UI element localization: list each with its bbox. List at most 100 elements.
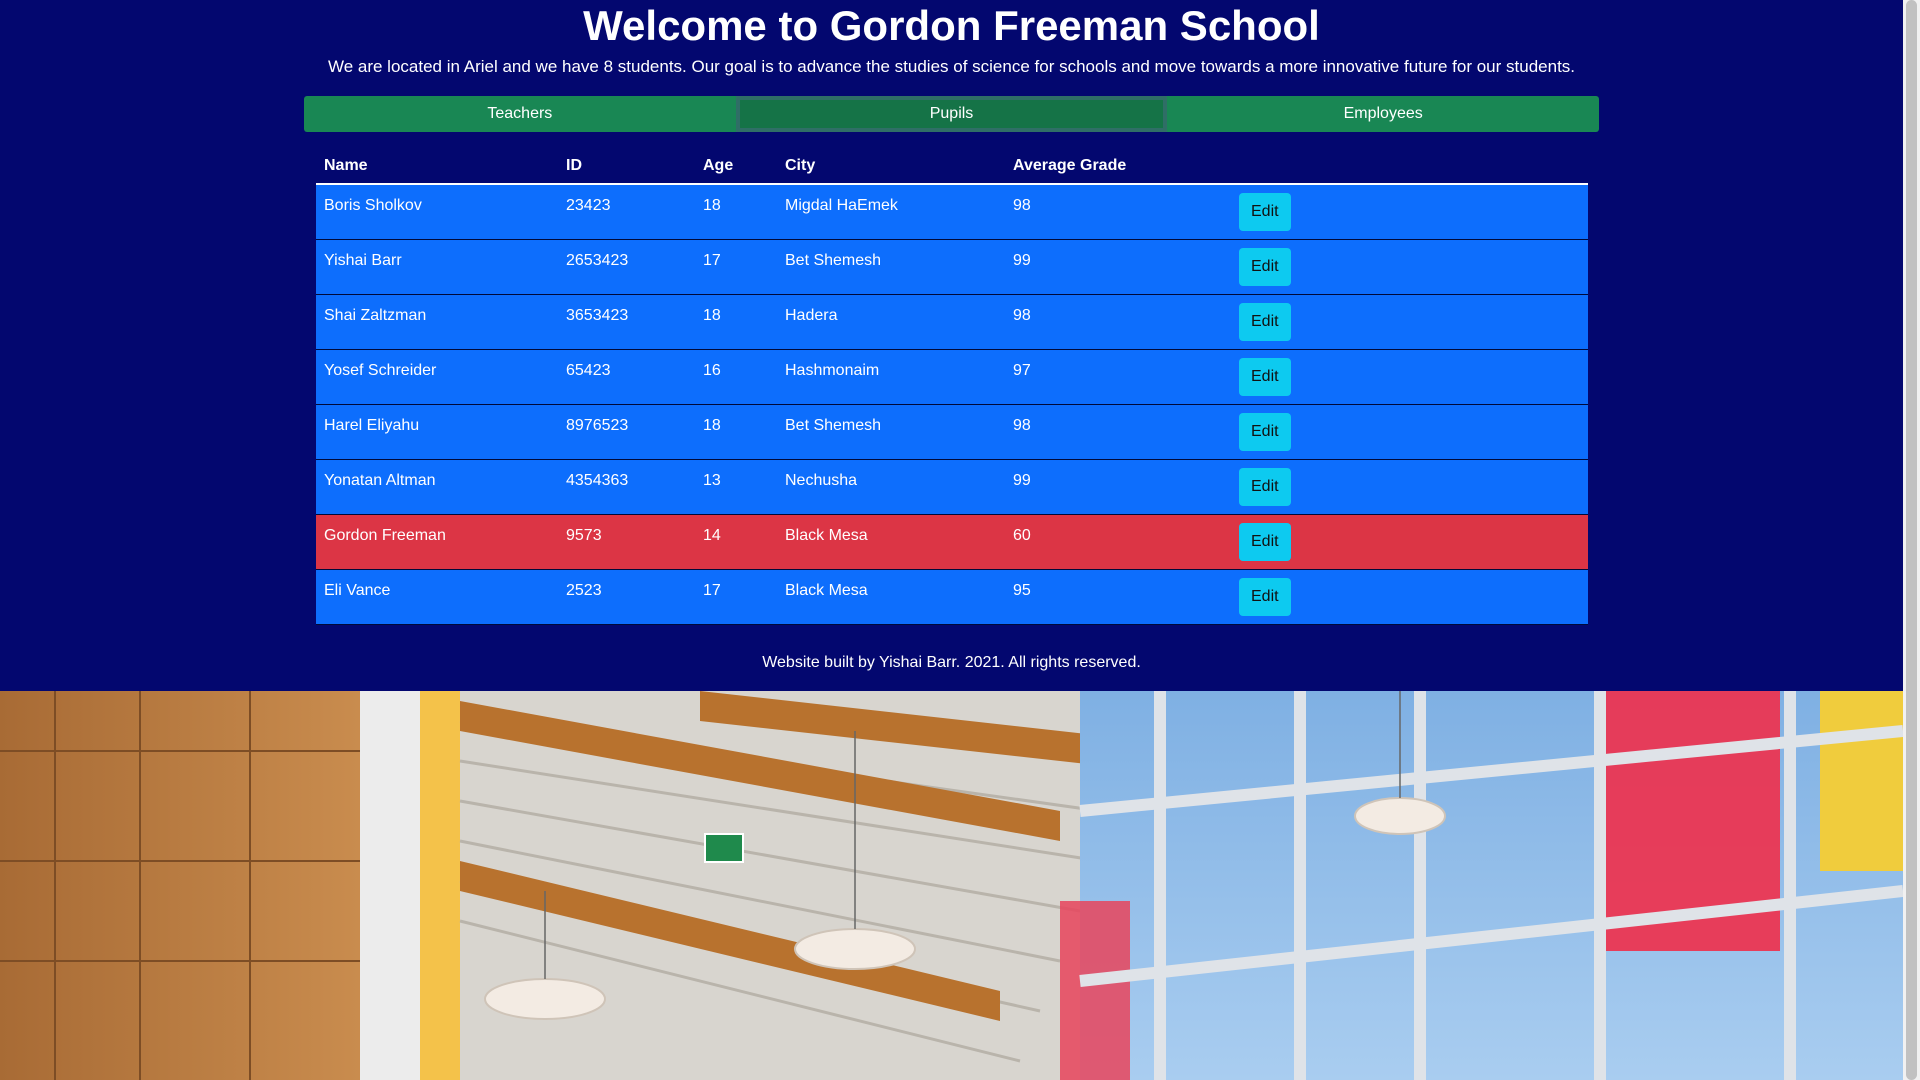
cell-id: 9573	[558, 514, 695, 570]
cell-name: Yonatan Altman	[316, 459, 558, 515]
edit-button[interactable]: Edit	[1239, 468, 1291, 506]
cell-city-text: Migdal HaEmek	[785, 197, 898, 214]
page: Welcome to Gordon Freeman School We are …	[0, 0, 1903, 1080]
tab-employees[interactable]: Employees	[1167, 96, 1599, 132]
cell-name-text: Harel Eliyahu	[324, 417, 420, 434]
cell-name-text: Yosef Schreider	[324, 362, 437, 379]
cell-average-grade-text: 98	[1013, 307, 1031, 324]
cell-city: Hashmonaim	[777, 349, 1005, 405]
cell-average-grade: 60	[1005, 514, 1231, 570]
table-row: Gordon Freeman 9573 14 Black Mesa 60 Edit	[316, 514, 1588, 570]
page-title: Welcome to Gordon Freeman School	[583, 2, 1320, 49]
cell-city-text: Bet Shemesh	[785, 417, 882, 434]
cell-id-text: 3653423	[566, 307, 629, 324]
column-header-age: Age	[695, 148, 777, 185]
school-interior-photo	[0, 691, 1903, 1080]
edit-button[interactable]: Edit	[1239, 358, 1291, 396]
edit-button[interactable]: Edit	[1239, 523, 1291, 561]
cell-id: 2653423	[558, 239, 695, 295]
cell-actions: Edit	[1231, 349, 1588, 405]
cell-actions: Edit	[1231, 569, 1588, 625]
cell-actions: Edit	[1231, 184, 1588, 240]
column-header-id: ID	[558, 148, 695, 185]
cell-age-text: 17	[703, 582, 721, 599]
footer-text: Website built by Yishai Barr. 2021. All …	[762, 654, 1141, 671]
cell-age-text: 18	[703, 417, 721, 434]
cell-age-text: 17	[703, 252, 721, 269]
cell-city-text: Bet Shemesh	[785, 252, 882, 269]
cell-name: Boris Sholkov	[316, 184, 558, 240]
cell-city: Black Mesa	[777, 569, 1005, 625]
edit-button[interactable]: Edit	[1239, 578, 1291, 616]
cell-id-text: 2523	[566, 582, 602, 599]
cell-id: 2523	[558, 569, 695, 625]
table-row: Shai Zaltzman 3653423 18 Hadera 98 Edit	[316, 294, 1588, 350]
cell-average-grade-text: 95	[1013, 582, 1031, 599]
cell-average-grade-text: 98	[1013, 197, 1031, 214]
cell-name-text: Yishai Barr	[324, 252, 402, 269]
edit-button[interactable]: Edit	[1239, 303, 1291, 341]
cell-name-text: Boris Sholkov	[324, 197, 422, 214]
cell-id: 65423	[558, 349, 695, 405]
cell-actions: Edit	[1231, 239, 1588, 295]
column-header-average-grade: Average Grade	[1005, 148, 1231, 185]
cell-id-text: 65423	[566, 362, 611, 379]
cell-city: Bet Shemesh	[777, 404, 1005, 460]
edit-button[interactable]: Edit	[1239, 193, 1291, 231]
tab-pupils[interactable]: Pupils	[735, 96, 1168, 132]
edit-button[interactable]: Edit	[1239, 413, 1291, 451]
cell-age-text: 14	[703, 527, 721, 544]
page-subtitle: We are located in Ariel and we have 8 st…	[327, 57, 1576, 76]
tab-bar: Teachers Pupils Employees	[304, 96, 1599, 132]
cell-average-grade: 99	[1005, 459, 1231, 515]
cell-average-grade: 99	[1005, 239, 1231, 295]
edit-button[interactable]: Edit	[1239, 248, 1291, 286]
cell-id: 3653423	[558, 294, 695, 350]
cell-city: Hadera	[777, 294, 1005, 350]
cell-actions: Edit	[1231, 459, 1588, 515]
cell-id-text: 9573	[566, 527, 602, 544]
cell-id-text: 23423	[566, 197, 611, 214]
cell-id: 4354363	[558, 459, 695, 515]
cell-age: 17	[695, 239, 777, 295]
table-row: Harel Eliyahu 8976523 18 Bet Shemesh 98 Edit	[316, 404, 1588, 460]
cell-name: Yosef Schreider	[316, 349, 558, 405]
cell-average-grade: 95	[1005, 569, 1231, 625]
cell-age: 18	[695, 294, 777, 350]
cell-name: Eli Vance	[316, 569, 558, 625]
cell-average-grade-text: 60	[1013, 527, 1031, 544]
cell-age-text: 18	[703, 307, 721, 324]
cell-average-grade-text: 97	[1013, 362, 1031, 379]
cell-city-text: Hashmonaim	[785, 362, 880, 379]
cell-city-text: Nechusha	[785, 472, 858, 489]
table-row: Boris Sholkov 23423 18 Migdal HaEmek 98 Edit	[316, 184, 1588, 240]
cell-city: Bet Shemesh	[777, 239, 1005, 295]
cell-average-grade-text: 99	[1013, 252, 1031, 269]
cell-city-text: Hadera	[785, 307, 838, 324]
scrollbar-thumb[interactable]	[1906, 0, 1917, 1080]
cell-id: 8976523	[558, 404, 695, 460]
cell-age-text: 16	[703, 362, 721, 379]
cell-id-text: 4354363	[566, 472, 629, 489]
cell-city-text: Black Mesa	[785, 527, 868, 544]
cell-age: 18	[695, 184, 777, 240]
cell-age-text: 18	[703, 197, 721, 214]
tab-teachers[interactable]: Teachers	[304, 96, 736, 132]
cell-name: Gordon Freeman	[316, 514, 558, 570]
table-row: Yosef Schreider 65423 16 Hashmonaim 97 Edit	[316, 349, 1588, 405]
cell-name-text: Gordon Freeman	[324, 527, 446, 544]
column-header-city: City	[777, 148, 1005, 185]
cell-age: 13	[695, 459, 777, 515]
cell-age: 16	[695, 349, 777, 405]
cell-id-text: 2653423	[566, 252, 629, 269]
cell-name-text: Eli Vance	[324, 582, 391, 599]
cell-average-grade: 98	[1005, 404, 1231, 460]
table-body: Boris Sholkov 23423 18 Migdal HaEmek 98 Edit Y…	[316, 184, 1588, 625]
table-row: Eli Vance 2523 17 Black Mesa 95 Edit	[316, 569, 1588, 625]
cell-city: Migdal HaEmek	[777, 184, 1005, 240]
cell-name-text: Yonatan Altman	[324, 472, 436, 489]
cell-age: 17	[695, 569, 777, 625]
page-scrollbar[interactable]	[1903, 0, 1920, 1080]
cell-name: Yishai Barr	[316, 239, 558, 295]
table-row: Yonatan Altman 4354363 13 Nechusha 99 Edit	[316, 459, 1588, 515]
